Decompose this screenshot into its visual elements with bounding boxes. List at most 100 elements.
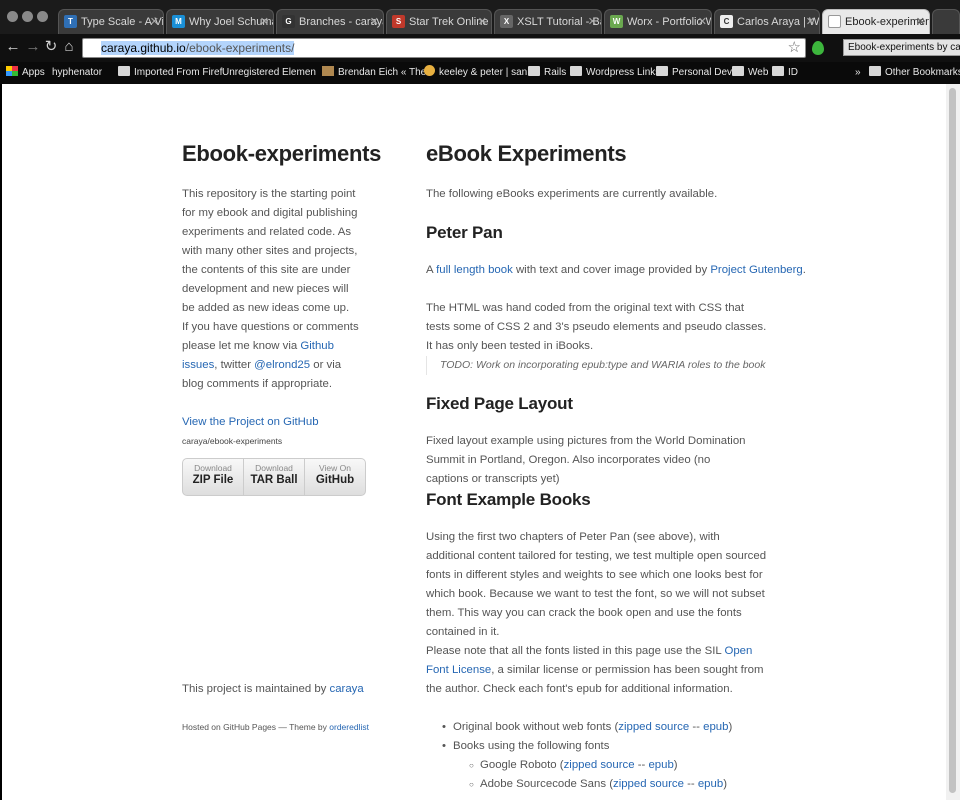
bookmark-personal-dev[interactable]: Personal Dev [656,62,732,84]
tab-joel-schumacher[interactable]: M Why Joel Schumach ✕ [166,9,274,34]
folder-icon [656,66,668,76]
download-tar-button[interactable]: Download TAR Ball [244,459,305,495]
download-zip-button[interactable]: Download ZIP File [183,459,244,495]
project-gutenberg-link[interactable]: Project Gutenberg [710,264,802,276]
reload-icon[interactable]: ↻ [42,38,60,56]
item-text: Google Roboto [480,759,557,771]
button-label: TAR Ball [250,474,298,486]
photo-icon [322,66,334,76]
sidebar-contact: If you have questions or comments please… [182,318,362,394]
bookmark-label: Unregistered Elemen [222,67,316,78]
desc-text: with text and cover image provided by [512,264,711,276]
maintainer-link[interactable]: caraya [330,683,364,695]
view-project-link[interactable]: View the Project on GitHub [182,413,319,432]
epub-link[interactable]: epub [698,778,723,790]
full-length-book-link[interactable]: full length book [436,264,513,276]
tab-xslt-tutorial[interactable]: X XSLT Tutorial - Basic ✕ [494,9,602,34]
bookmark-label: ID [788,67,798,78]
zipped-source-link[interactable]: zipped source [613,778,684,790]
font-books-heading: Font Example Books [426,490,591,509]
close-tab-icon[interactable]: ✕ [588,10,597,34]
home-icon[interactable]: ⌂ [60,38,78,56]
zoom-window-button[interactable] [37,11,48,22]
bookmark-label: Brendan Eich « The [338,67,427,78]
bookmark-imported[interactable]: Imported From Firef [118,62,222,84]
extension-icon[interactable] [812,41,824,55]
bookmark-wordpress[interactable]: Wordpress Links [570,62,660,84]
zipped-source-link[interactable]: zipped source [618,721,689,733]
tab-star-trek[interactable]: S Star Trek Online in 2 ✕ [386,9,492,34]
mp-favicon-icon: M [172,15,185,28]
bookmarks-overflow-chevron-icon[interactable]: » [855,62,861,84]
list-item: Original book without web fonts (zipped … [442,718,782,737]
list-item: Google Roboto (zipped source -- epub) [469,756,782,775]
bookmark-apps[interactable]: Apps [6,62,45,84]
bookmark-hyphenator[interactable]: hyphenator [52,62,102,157]
desc-text: A [426,264,437,276]
folder-icon [772,66,784,76]
back-arrow-icon[interactable]: ← [4,38,22,56]
item-text: Original book without web fonts [453,721,612,733]
forward-arrow-icon[interactable]: → [24,38,42,56]
folder-icon [732,66,744,76]
zipped-source-link[interactable]: zipped source [564,759,635,771]
bookmark-label: Web [748,67,769,78]
tab-tooltip: Ebook-experiments by caraya [843,39,960,56]
address-bar[interactable]: caraya.github.io/ebook-experiments/ ☆ [82,38,806,58]
bookmark-id[interactable]: ID [772,62,798,84]
peter-pan-heading: Peter Pan [426,223,503,242]
bookmark-label: Apps [22,67,45,78]
hosted-on: Hosted on GitHub Pages — Theme by ordere… [182,718,369,737]
theme-author-link[interactable]: orderedlist [329,722,369,732]
todo-note: TODO: Work on incorporating epub:type an… [426,356,765,375]
bookmark-star-icon[interactable]: ☆ [788,39,801,57]
github-favicon-icon: G [282,15,295,28]
peter-pan-desc: A full length book with text and cover i… [426,261,806,280]
close-tab-icon[interactable]: ✕ [260,10,269,34]
button-caption: Download [255,463,293,473]
bookmark-brendan-eich[interactable]: Brendan Eich « The [322,62,426,84]
twitter-link[interactable]: @elrond25 [254,359,310,371]
close-tab-icon[interactable]: ✕ [806,10,815,34]
minimize-window-button[interactable] [22,11,33,22]
bookmark-other-bookmarks[interactable]: Other Bookmarks [869,62,960,84]
close-window-button[interactable] [7,11,18,22]
epub-link[interactable]: epub [703,721,728,733]
list-item: Books using the following fonts [442,737,782,756]
tab-type-scale[interactable]: T Type Scale - A Visual ✕ [58,9,164,34]
tab-worx[interactable]: W Worx - Portfolio Wor ✕ [604,9,712,34]
contact-text: , twitter [214,359,255,371]
view-on-github-button[interactable]: View On GitHub [305,459,365,495]
close-tab-icon[interactable]: ✕ [916,10,925,34]
button-caption: View On [319,463,351,473]
fixed-layout-desc: Fixed layout example using pictures from… [426,435,746,485]
close-tab-icon[interactable]: ✕ [698,10,707,34]
tab-carlos-araya[interactable]: C Carlos Araya | Web D ✕ [714,9,820,34]
epub-link[interactable]: epub [648,759,673,771]
button-label: GitHub [315,474,355,486]
tab-branches[interactable]: G Branches - caraya/x ✕ [276,9,384,34]
close-tab-icon[interactable]: ✕ [150,10,159,34]
bookmark-keeley-peter[interactable]: keeley & peter | san [424,62,527,84]
new-tab-button[interactable] [932,9,960,34]
sidebar-intro: This repository is the starting point fo… [182,188,358,314]
bookmark-web[interactable]: Web [732,62,768,84]
site-title: Ebook-experiments [182,141,382,166]
avatar-icon [424,65,435,76]
hosted-text: Hosted on GitHub Pages — Theme by [182,722,330,732]
separator: -- [683,778,698,790]
bookmark-rails[interactable]: Rails [528,62,566,84]
scrollbar-thumb[interactable] [949,88,956,793]
type-scale-favicon-icon: T [64,15,77,28]
bookmark-unregistered[interactable]: Unregistered Elemen [222,62,316,157]
close-tab-icon[interactable]: ✕ [478,10,487,34]
tab-ebook-experiments[interactable]: Ebook-experiments | ✕ [822,9,930,34]
font-sublist: Google Roboto (zipped source -- epub) Ad… [442,756,782,794]
intro-text: The following eBooks experiments are cur… [426,188,718,200]
maintained-by: This project is maintained by caraya [182,680,364,699]
close-tab-icon[interactable]: ✕ [370,10,379,34]
button-caption: Download [194,463,232,473]
folder-icon [528,66,540,76]
page-favicon-icon [828,15,841,28]
font-books-desc: Using the first two chapters of Peter Pa… [426,531,767,638]
